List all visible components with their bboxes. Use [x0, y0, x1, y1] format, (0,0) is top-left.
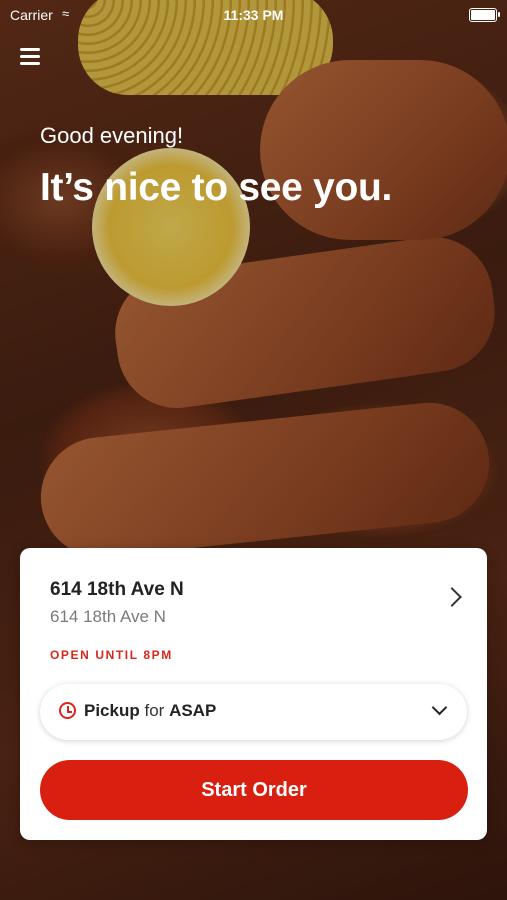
home-screen: Carrier ≈ 11:33 PM Good evening! It’s ni… [0, 0, 507, 900]
order-type-label: Pickup for ASAP [84, 701, 216, 721]
chevron-right-icon[interactable] [442, 587, 462, 607]
order-type-selector[interactable]: Pickup for ASAP [40, 684, 467, 740]
clock-icon [59, 702, 76, 719]
greeting-text: Good evening! [40, 123, 184, 148]
status-bar: Carrier ≈ 11:33 PM [0, 0, 507, 30]
location-address: 614 18th Ave N [50, 607, 166, 626]
start-order-button[interactable]: Start Order [40, 760, 468, 820]
chevron-down-icon [431, 699, 448, 716]
battery-icon [469, 8, 500, 22]
location-card: 614 18th Ave N 614 18th Ave N OPEN UNTIL… [20, 548, 487, 840]
location-title[interactable]: 614 18th Ave N [50, 579, 184, 601]
order-time-value: ASAP [169, 701, 217, 720]
clock-time: 11:33 PM [223, 7, 284, 23]
headline-text: It’s nice to see you. [40, 166, 393, 209]
hours-status: OPEN UNTIL 8PM [50, 648, 173, 662]
hamburger-menu-icon[interactable] [20, 48, 40, 66]
order-type-value: Pickup [84, 701, 140, 720]
order-for-word: for [144, 701, 165, 720]
